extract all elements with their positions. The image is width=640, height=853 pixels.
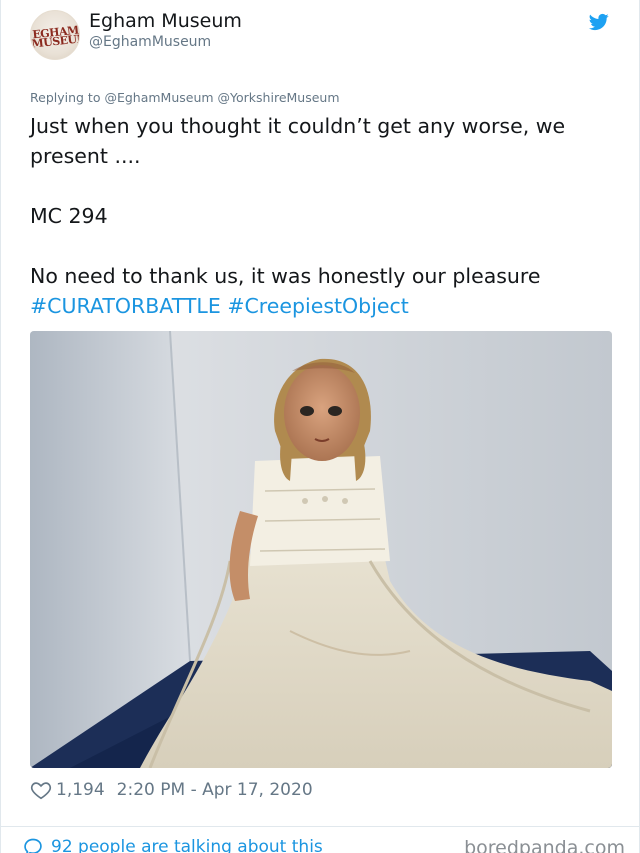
display-name[interactable]: Egham Museum [89,10,242,32]
avatar[interactable]: EGHAM MUSEUM [30,10,80,60]
replying-mentions[interactable]: @EghamMuseum @YorkshireMuseum [104,90,339,105]
conversation-link[interactable]: 92 people are talking about this [23,835,323,853]
divider [1,826,639,827]
watermark: boredpanda.com [464,837,625,853]
like-count: 1,194 [56,780,105,800]
replying-prefix: Replying to [30,90,101,105]
timestamp[interactable]: 2:20 PM - Apr 17, 2020 [117,778,313,802]
user-handle[interactable]: @EghamMuseum [89,34,211,51]
heart-icon[interactable] [30,779,52,801]
tweet-meta: 1,194 2:20 PM - Apr 17, 2020 [30,778,313,802]
tweet-text-line-1: Just when you thought it couldn’t get an… [30,114,566,138]
tweet-card: EGHAM MUSEUM Egham Museum @EghamMuseum Re… [0,0,640,853]
hashtag-links[interactable]: #CURATORBATTLE #CreepiestObject [30,291,615,321]
tweet-text-line-4: No need to thank us, it was honestly our… [30,264,541,288]
tweet-text-line-3: MC 294 [30,204,108,228]
twitter-bird-icon[interactable] [588,12,610,32]
talking-text: 92 people are talking about this [51,837,323,853]
tweet-photo[interactable] [30,331,612,768]
tweet-text-line-2: present .... [30,144,141,168]
doll-photo-illustration [30,331,612,768]
replying-to: Replying to @EghamMuseum @YorkshireMuseu… [30,90,340,106]
avatar-logo: EGHAM MUSEUM [30,23,80,51]
comment-bubble-icon [24,838,42,853]
